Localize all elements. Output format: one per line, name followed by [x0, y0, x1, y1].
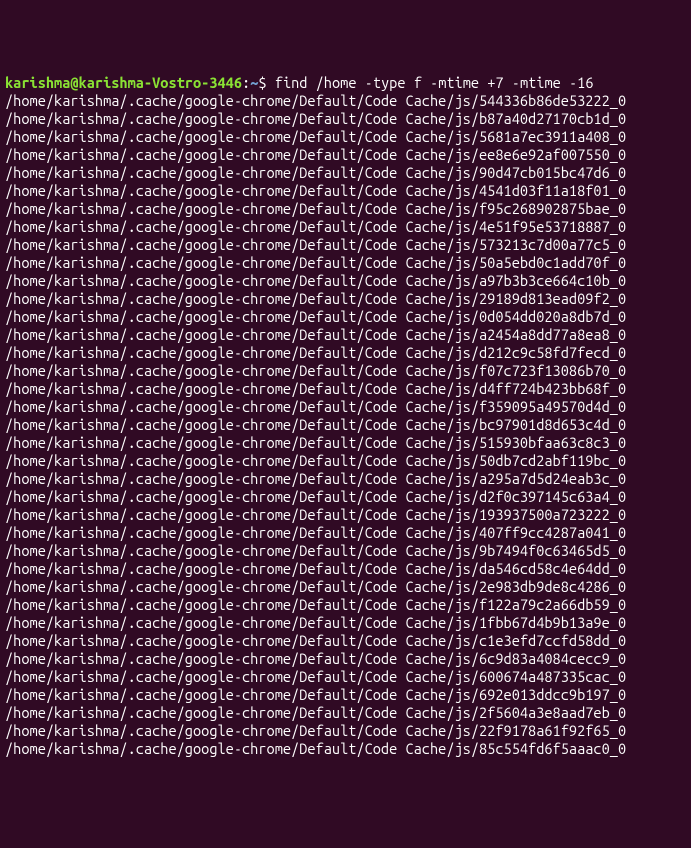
command-input[interactable]: find /home -type f -mtime +7 -mtime -16: [275, 74, 594, 91]
output-line: /home/karishma/.cache/google-chrome/Defa…: [5, 704, 686, 722]
output-line: /home/karishma/.cache/google-chrome/Defa…: [5, 308, 686, 326]
terminal-window[interactable]: karishma@karishma-Vostro-3446:~$ find /h…: [5, 74, 686, 758]
output-line: /home/karishma/.cache/google-chrome/Defa…: [5, 92, 686, 110]
output-line: /home/karishma/.cache/google-chrome/Defa…: [5, 614, 686, 632]
output-line: /home/karishma/.cache/google-chrome/Defa…: [5, 596, 686, 614]
output-line: /home/karishma/.cache/google-chrome/Defa…: [5, 506, 686, 524]
output-line: /home/karishma/.cache/google-chrome/Defa…: [5, 110, 686, 128]
output-line: /home/karishma/.cache/google-chrome/Defa…: [5, 164, 686, 182]
output-line: /home/karishma/.cache/google-chrome/Defa…: [5, 668, 686, 686]
output-line: /home/karishma/.cache/google-chrome/Defa…: [5, 200, 686, 218]
output-line: /home/karishma/.cache/google-chrome/Defa…: [5, 434, 686, 452]
output-line: /home/karishma/.cache/google-chrome/Defa…: [5, 488, 686, 506]
terminal-output: /home/karishma/.cache/google-chrome/Defa…: [5, 92, 686, 758]
output-line: /home/karishma/.cache/google-chrome/Defa…: [5, 578, 686, 596]
output-line: /home/karishma/.cache/google-chrome/Defa…: [5, 542, 686, 560]
prompt-dollar: $: [258, 74, 266, 91]
output-line: /home/karishma/.cache/google-chrome/Defa…: [5, 398, 686, 416]
output-line: /home/karishma/.cache/google-chrome/Defa…: [5, 254, 686, 272]
prompt-user: karishma@karishma-Vostro-3446: [5, 74, 242, 91]
output-line: /home/karishma/.cache/google-chrome/Defa…: [5, 722, 686, 740]
output-line: /home/karishma/.cache/google-chrome/Defa…: [5, 470, 686, 488]
output-line: /home/karishma/.cache/google-chrome/Defa…: [5, 560, 686, 578]
output-line: /home/karishma/.cache/google-chrome/Defa…: [5, 146, 686, 164]
output-line: /home/karishma/.cache/google-chrome/Defa…: [5, 326, 686, 344]
output-line: /home/karishma/.cache/google-chrome/Defa…: [5, 272, 686, 290]
output-line: /home/karishma/.cache/google-chrome/Defa…: [5, 632, 686, 650]
output-line: /home/karishma/.cache/google-chrome/Defa…: [5, 740, 686, 758]
output-line: /home/karishma/.cache/google-chrome/Defa…: [5, 290, 686, 308]
output-line: /home/karishma/.cache/google-chrome/Defa…: [5, 344, 686, 362]
output-line: /home/karishma/.cache/google-chrome/Defa…: [5, 452, 686, 470]
output-line: /home/karishma/.cache/google-chrome/Defa…: [5, 524, 686, 542]
output-line: /home/karishma/.cache/google-chrome/Defa…: [5, 416, 686, 434]
output-line: /home/karishma/.cache/google-chrome/Defa…: [5, 380, 686, 398]
output-line: /home/karishma/.cache/google-chrome/Defa…: [5, 128, 686, 146]
output-line: /home/karishma/.cache/google-chrome/Defa…: [5, 650, 686, 668]
output-line: /home/karishma/.cache/google-chrome/Defa…: [5, 218, 686, 236]
output-line: /home/karishma/.cache/google-chrome/Defa…: [5, 362, 686, 380]
output-line: /home/karishma/.cache/google-chrome/Defa…: [5, 236, 686, 254]
output-line: /home/karishma/.cache/google-chrome/Defa…: [5, 182, 686, 200]
prompt-colon: :: [242, 74, 250, 91]
